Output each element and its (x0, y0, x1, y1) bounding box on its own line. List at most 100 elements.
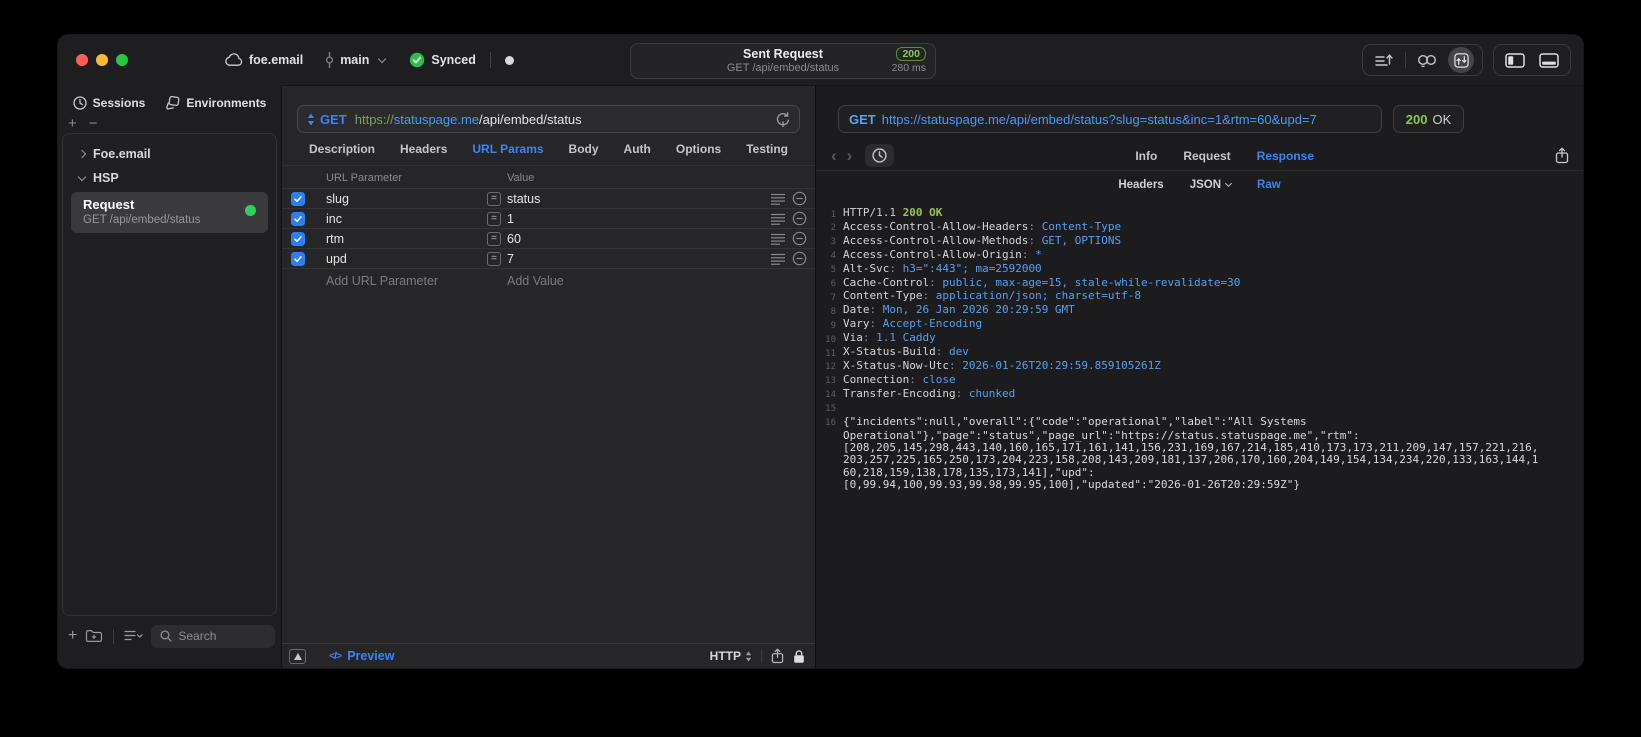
param-enabled-checkbox[interactable] (291, 231, 305, 246)
param-name-field[interactable]: upd (321, 252, 487, 266)
protocol-selector[interactable]: HTTP (710, 649, 752, 663)
resend-request-icon[interactable] (776, 111, 790, 127)
request-tab-options[interactable]: Options (676, 142, 721, 156)
response-subtab-headers[interactable]: Headers (1118, 179, 1163, 191)
search-input[interactable]: Search (151, 624, 275, 648)
tab-sessions[interactable]: Sessions (72, 96, 145, 110)
collapse-editor-button[interactable] (289, 648, 306, 664)
lock-icon[interactable] (793, 649, 805, 664)
reorder-handle-icon[interactable] (770, 193, 786, 205)
response-tab-response[interactable]: Response (1257, 149, 1314, 163)
equals-icon: = (487, 231, 501, 246)
project-menu[interactable]: foe.email (224, 53, 303, 67)
remove-row-icon[interactable] (792, 251, 807, 266)
branch-selector[interactable]: main (325, 52, 387, 68)
response-blank-line: 15 (820, 402, 1571, 416)
header-colon: : (922, 289, 936, 303)
param-value-cell[interactable]: = 7 (487, 251, 761, 266)
request-tab-auth[interactable]: Auth (624, 142, 651, 156)
close-window-button[interactable] (76, 54, 88, 66)
method-stepper-icon[interactable] (307, 113, 315, 126)
zoom-window-button[interactable] (116, 54, 128, 66)
tree-item-foe-email[interactable]: Foe.email (69, 142, 270, 166)
line-number: 11 (825, 348, 836, 359)
tab-environments[interactable]: Environments (165, 96, 266, 110)
tree-item-hsp[interactable]: HSP (69, 166, 270, 190)
remove-row-icon[interactable] (792, 191, 807, 206)
remove-row-icon[interactable] (792, 231, 807, 246)
param-value-cell[interactable]: = 60 (487, 231, 761, 246)
request-tab-headers[interactable]: Headers (400, 142, 447, 156)
header-colon: : (862, 331, 877, 345)
dynamic-values-button[interactable] (1414, 47, 1440, 73)
sync-status[interactable]: Synced (409, 52, 476, 68)
param-enabled-checkbox[interactable] (291, 251, 305, 266)
tree-item-label: Foe.email (93, 147, 151, 161)
add-url-parameter-field[interactable]: Add URL Parameter (321, 274, 487, 288)
new-folder-icon[interactable] (85, 629, 103, 643)
reorder-handle-icon[interactable] (770, 233, 786, 245)
window-controls (76, 54, 128, 66)
response-tab-info[interactable]: Info (1135, 149, 1157, 163)
request-tab-url-params[interactable]: URL Params (472, 142, 543, 156)
response-header-line: 6 Cache-Control: public, max-age=15, stal… (820, 276, 1571, 291)
response-subtab-raw[interactable]: Raw (1257, 179, 1281, 191)
request-tab-body[interactable]: Body (569, 142, 599, 156)
desktop-background: foe.email main Synced Sent Request GET /… (0, 0, 1641, 737)
remove-session-button[interactable]: − (89, 116, 98, 131)
param-enabled-checkbox[interactable] (291, 211, 305, 226)
response-body[interactable]: 1 HTTP/1.1 200 OK 2 Access-Control-Allow-He… (816, 199, 1583, 492)
param-name-field[interactable]: inc (321, 212, 487, 226)
request-tab-testing[interactable]: Testing (746, 142, 788, 156)
titlebar-divider (489, 52, 491, 68)
sent-request-pill[interactable]: Sent Request GET /api/embed/status 200 2… (630, 43, 936, 79)
header-colon: : (869, 317, 883, 331)
request-tab-description[interactable]: Description (309, 142, 375, 156)
line-number: 16 (825, 418, 836, 429)
sync-status-label: Synced (431, 53, 476, 67)
history-back-button[interactable]: ‹ (826, 147, 842, 164)
response-header-line: 10 Via: 1.1 Caddy (820, 331, 1571, 346)
request-url-bar[interactable]: GET https://statuspage.me/api/embed/stat… (297, 105, 800, 133)
share-icon[interactable] (771, 648, 784, 664)
response-subtab-json[interactable]: JSON (1190, 179, 1233, 191)
chevron-right-icon (77, 149, 87, 159)
header-colon: : (1028, 219, 1042, 233)
param-value-cell[interactable]: = 1 (487, 211, 761, 226)
import-export-button[interactable] (1371, 47, 1397, 73)
new-request-button[interactable]: + (68, 628, 77, 644)
header-value: dev (948, 345, 969, 359)
response-tabs: Info Request Response (894, 149, 1555, 163)
param-row: inc = 1 (282, 209, 815, 229)
line-text: Alt-Svc: h3=":443"; ma=2592000 (843, 262, 1042, 277)
export-response-icon[interactable] (1555, 147, 1569, 164)
sort-filter-icon[interactable] (124, 630, 144, 642)
add-session-button[interactable]: + (68, 116, 77, 131)
toggle-left-panel-button[interactable] (1502, 47, 1528, 73)
line-number (820, 467, 836, 479)
header-value: 2026-01-26T20:29:59.859105261Z (962, 358, 1161, 372)
search-icon (160, 630, 173, 642)
add-value-field[interactable]: Add Value (487, 274, 761, 288)
preview-button[interactable]: </> Preview (329, 649, 394, 663)
response-header-line: 2 Access-Control-Allow-Headers: Content-T… (820, 219, 1571, 235)
line-number (820, 454, 836, 466)
param-name-field[interactable]: slug (321, 192, 487, 206)
method-label[interactable]: GET (320, 112, 347, 127)
param-name-field[interactable]: rtm (321, 232, 487, 246)
sidebar-item-request[interactable]: Request GET /api/embed/status (71, 192, 268, 233)
response-url-box[interactable]: GET https://statuspage.me/api/embed/stat… (838, 105, 1382, 133)
param-value-cell[interactable]: = status (487, 191, 761, 206)
remove-row-icon[interactable] (792, 211, 807, 226)
sync-requests-button[interactable] (1448, 47, 1474, 73)
minimize-window-button[interactable] (96, 54, 108, 66)
response-tab-request[interactable]: Request (1183, 149, 1230, 163)
history-button[interactable] (865, 144, 895, 167)
toggle-bottom-panel-button[interactable] (1536, 47, 1562, 73)
header-colon: : (1021, 247, 1036, 261)
param-enabled-checkbox[interactable] (291, 191, 305, 206)
response-header-line: 13 Connection: close (820, 373, 1571, 388)
reorder-handle-icon[interactable] (770, 213, 786, 225)
reorder-handle-icon[interactable] (770, 253, 786, 265)
history-forward-button[interactable]: › (842, 147, 858, 164)
